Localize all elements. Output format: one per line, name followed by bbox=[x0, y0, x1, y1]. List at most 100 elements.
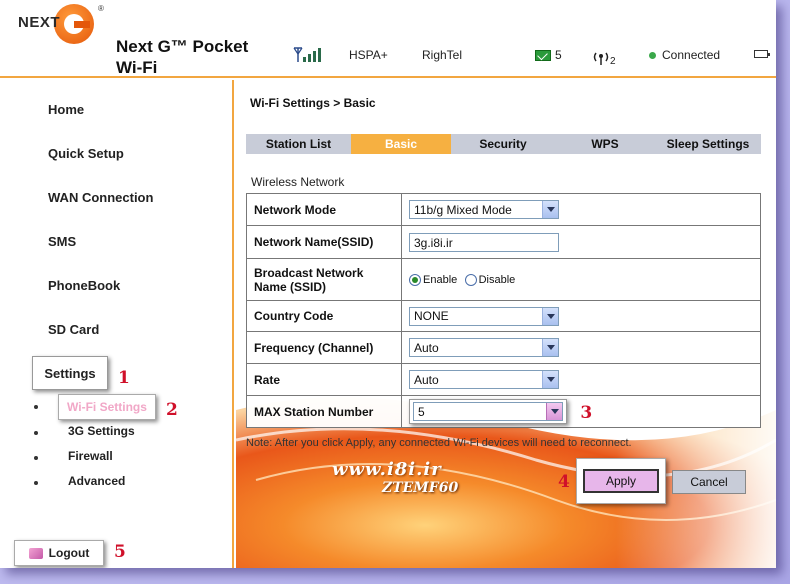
country-code-cell: NONE bbox=[401, 300, 761, 332]
annotation-5: 5 bbox=[114, 542, 126, 562]
sidebar: Home Quick Setup WAN Connection SMS Phon… bbox=[0, 80, 234, 568]
ssid-input[interactable]: 3g.i8i.ir bbox=[409, 232, 559, 252]
broadcast-cell: Enable Disable bbox=[401, 258, 761, 301]
logout-label: Logout bbox=[48, 546, 90, 560]
tab-sleep-settings[interactable]: Sleep Settings bbox=[655, 134, 761, 154]
chevron-down-icon bbox=[542, 307, 558, 325]
country-code-value: NONE bbox=[414, 309, 449, 323]
tab-wps[interactable]: WPS bbox=[555, 134, 655, 154]
chevron-down-icon bbox=[546, 403, 562, 420]
chevron-down-icon bbox=[542, 201, 558, 218]
logo-text: NEXT bbox=[18, 14, 61, 31]
connection-status: Connected bbox=[649, 48, 720, 62]
network-mode-select[interactable]: 11b/g Mixed Mode bbox=[409, 200, 559, 219]
watermark-model: ZTEMF60 bbox=[382, 480, 459, 496]
sms-envelope-icon bbox=[535, 49, 551, 61]
apply-highlight: Apply bbox=[576, 458, 666, 504]
country-code-label: Country Code bbox=[246, 300, 402, 332]
tab-bar: Station List Basic Security WPS Sleep Se… bbox=[246, 134, 761, 154]
frequency-select[interactable]: Auto bbox=[409, 338, 559, 357]
form-row: Network Mode 11b/g Mixed Mode bbox=[246, 193, 761, 226]
annotation-4: 4 bbox=[558, 472, 570, 492]
rate-value: Auto bbox=[414, 372, 439, 387]
network-mode-label: Network Mode bbox=[246, 193, 402, 226]
country-code-select[interactable]: NONE bbox=[409, 306, 559, 326]
frequency-value: Auto bbox=[414, 340, 439, 355]
carrier-name: RighTel bbox=[422, 48, 463, 62]
sidebar-item-sms[interactable]: SMS bbox=[48, 234, 76, 249]
form-row: Frequency (Channel) Auto bbox=[246, 331, 761, 364]
frequency-label: Frequency (Channel) bbox=[246, 331, 402, 364]
wifi-clients-indicator: 2 bbox=[592, 48, 616, 67]
product-title: Next G™ Pocket Wi-Fi bbox=[116, 37, 249, 77]
breadcrumb: Wi-Fi Settings > Basic bbox=[250, 96, 376, 110]
form-row: Broadcast Network Name (SSID) Enable Dis… bbox=[246, 258, 761, 301]
logo-registered-mark: ® bbox=[98, 4, 104, 13]
network-mode-value: 11b/g Mixed Mode bbox=[414, 202, 512, 217]
tab-security[interactable]: Security bbox=[451, 134, 555, 154]
frequency-cell: Auto bbox=[401, 331, 761, 364]
annotation-3: 3 bbox=[580, 402, 593, 423]
bullet bbox=[34, 456, 38, 460]
sidebar-item-settings[interactable]: Settings bbox=[32, 356, 108, 390]
form-row: Country Code NONE bbox=[246, 300, 761, 332]
next-g-logo: NEXT ® bbox=[18, 4, 104, 46]
sidebar-item-wan-connection[interactable]: WAN Connection bbox=[48, 190, 153, 205]
rate-cell: Auto bbox=[401, 363, 761, 396]
form-row: Network Name(SSID) 3g.i8i.ir bbox=[246, 225, 761, 259]
sms-count: 5 bbox=[555, 48, 562, 62]
main-content: Wi-Fi Settings > Basic Station List Basi… bbox=[236, 80, 776, 568]
network-mode-cell: 11b/g Mixed Mode bbox=[401, 193, 761, 226]
bullet bbox=[34, 481, 38, 485]
broadcast-enable-radio[interactable] bbox=[409, 274, 421, 287]
broadcast-disable-label: Disable bbox=[478, 274, 516, 287]
ssid-label: Network Name(SSID) bbox=[246, 225, 402, 259]
sms-indicator[interactable]: 5 bbox=[535, 48, 562, 62]
bullet bbox=[34, 431, 38, 435]
header: NEXT ® Next G™ Pocket Wi-Fi HSPA+ RighTe… bbox=[0, 0, 776, 78]
form-row: Rate Auto bbox=[246, 363, 761, 396]
sidebar-item-quick-setup[interactable]: Quick Setup bbox=[48, 146, 124, 161]
rate-label: Rate bbox=[246, 363, 402, 396]
logout-icon bbox=[28, 547, 43, 559]
sidebar-item-phonebook[interactable]: PhoneBook bbox=[48, 278, 120, 293]
browser-page: NEXT ® Next G™ Pocket Wi-Fi HSPA+ RighTe… bbox=[0, 0, 776, 568]
logout-button[interactable]: Logout bbox=[14, 540, 104, 566]
ssid-cell: 3g.i8i.ir bbox=[401, 225, 761, 259]
sidebar-item-sd-card[interactable]: SD Card bbox=[48, 322, 99, 337]
broadcast-enable-label: Enable bbox=[423, 274, 458, 287]
form-row: MAX Station Number 5 3 bbox=[246, 395, 761, 428]
signal-bars-icon bbox=[292, 46, 322, 64]
tab-station-list[interactable]: Station List bbox=[246, 134, 351, 154]
chevron-down-icon bbox=[542, 339, 558, 356]
broadcast-disable-radio[interactable] bbox=[464, 274, 477, 287]
max-station-cell: 5 3 bbox=[401, 395, 761, 428]
connection-status-text: Connected bbox=[662, 48, 721, 62]
network-type: HSPA+ bbox=[349, 48, 388, 62]
wifi-antenna-icon bbox=[593, 52, 609, 65]
tab-basic[interactable]: Basic bbox=[351, 134, 451, 154]
watermark-url: www.i8i.ir bbox=[332, 459, 442, 480]
max-station-label: MAX Station Number bbox=[246, 395, 402, 428]
wireless-network-form: Network Mode 11b/g Mixed Mode Network Na… bbox=[246, 193, 761, 428]
section-title: Wireless Network bbox=[251, 175, 345, 189]
sidebar-subitem-firewall[interactable]: Firewall bbox=[68, 449, 113, 463]
chevron-down-icon bbox=[542, 371, 558, 388]
reconnect-note: Note: After you click Apply, any connect… bbox=[246, 437, 632, 449]
sidebar-subitem-3g-settings[interactable]: 3G Settings bbox=[68, 424, 135, 438]
bullet bbox=[34, 405, 38, 409]
sidebar-item-home[interactable]: Home bbox=[48, 102, 84, 117]
connected-dot-icon bbox=[649, 51, 656, 59]
annotation-2: 2 bbox=[166, 400, 178, 420]
max-station-value: 5 bbox=[418, 404, 425, 419]
cancel-button[interactable]: Cancel bbox=[672, 470, 746, 494]
max-station-highlight: 5 bbox=[409, 399, 567, 424]
max-station-select[interactable]: 5 bbox=[413, 402, 563, 421]
broadcast-label: Broadcast Network Name (SSID) bbox=[246, 258, 402, 301]
wifi-clients-count: 2 bbox=[610, 56, 616, 67]
annotation-1: 1 bbox=[118, 368, 130, 388]
sidebar-subitem-wifi-settings[interactable]: Wi-Fi Settings bbox=[58, 394, 156, 420]
apply-button[interactable]: Apply bbox=[583, 469, 659, 493]
sidebar-subitem-advanced[interactable]: Advanced bbox=[68, 474, 125, 488]
rate-select[interactable]: Auto bbox=[409, 370, 559, 389]
